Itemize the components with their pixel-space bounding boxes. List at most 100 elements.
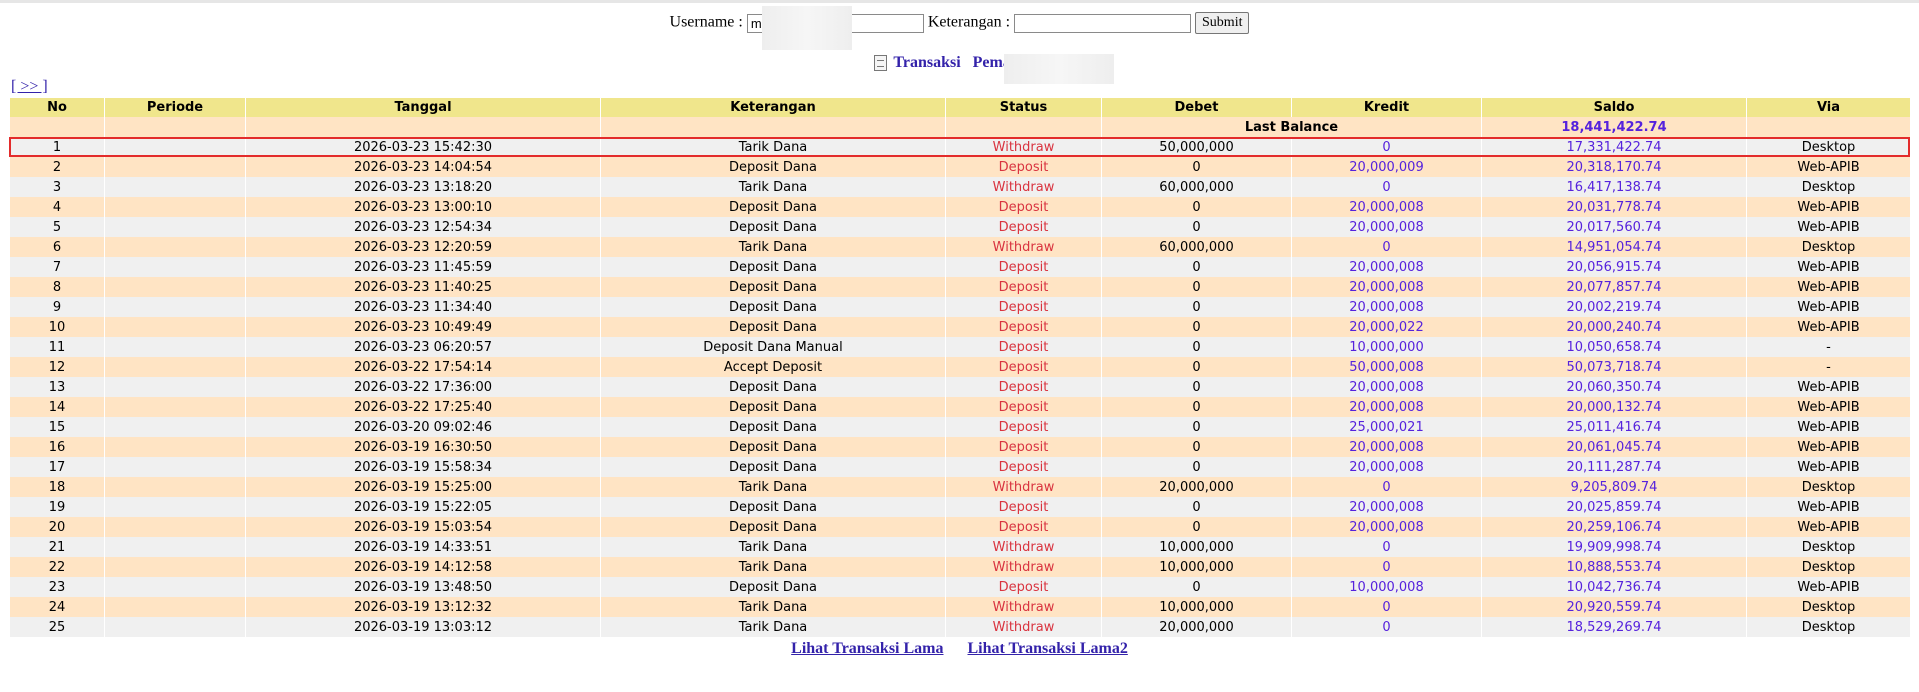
column-header: No: [10, 98, 104, 117]
cell-periode: [105, 477, 245, 497]
cell-saldo: 10,042,736.74: [1482, 577, 1746, 597]
submit-button[interactable]: Submit: [1195, 12, 1250, 34]
cell-kredit: 50,000,008: [1292, 357, 1481, 377]
cell-status: Deposit: [946, 337, 1101, 357]
cell-no: 15: [10, 417, 104, 437]
keterangan-label: Keterangan :: [927, 13, 1011, 31]
cell-debet: 60,000,000: [1102, 177, 1291, 197]
cell-via: Web-APIB: [1747, 317, 1910, 337]
table-row: 16 2026-03-19 16:30:50 Deposit Dana Deposit…: [10, 437, 1910, 457]
cell-periode: [105, 557, 245, 577]
cell-via: Web-APIB: [1747, 397, 1910, 417]
cell-tanggal: 2026-03-23 11:45:59: [246, 257, 600, 277]
cell-periode: [105, 457, 245, 477]
keterangan-input[interactable]: [1014, 13, 1192, 33]
cell-debet: 0: [1102, 397, 1291, 417]
cell-saldo: 17,331,422.74: [1482, 137, 1746, 157]
cell-no: 24: [10, 597, 104, 617]
cell-via: Web-APIB: [1747, 457, 1910, 477]
cell-kredit: 20,000,008: [1292, 497, 1481, 517]
cell-periode: [105, 597, 245, 617]
cell-keterangan: Accept Deposit: [601, 357, 945, 377]
cell-tanggal: 2026-03-23 11:40:25: [246, 277, 600, 297]
cell-kredit: 20,000,009: [1292, 157, 1481, 177]
table-row: 8 2026-03-23 11:40:25 Deposit Dana Deposit 0…: [10, 277, 1910, 297]
cell-status: Withdraw: [946, 537, 1101, 557]
cell-saldo: 20,000,240.74: [1482, 317, 1746, 337]
column-header: Via: [1747, 98, 1910, 117]
cell-kredit: 20,000,008: [1292, 377, 1481, 397]
cell-tanggal: 2026-03-22 17:36:00: [246, 377, 600, 397]
cell-periode: [105, 357, 245, 377]
cell-debet: 0: [1102, 337, 1291, 357]
cell-keterangan: Tarik Dana: [601, 137, 945, 157]
cell-kredit: 0: [1292, 237, 1481, 257]
cell-status: Withdraw: [946, 177, 1101, 197]
cell-status: Deposit: [946, 217, 1101, 237]
cell-keterangan: Deposit Dana: [601, 277, 945, 297]
old-transactions2-link[interactable]: Lihat Transaksi Lama2: [968, 640, 1128, 657]
cell-saldo: 20,061,045.74: [1482, 437, 1746, 457]
cell-via: Web-APIB: [1747, 497, 1910, 517]
cell-kredit: 0: [1292, 557, 1481, 577]
cell-kredit: 25,000,021: [1292, 417, 1481, 437]
table-header-row: No Periode Tanggal Keterangan Status Deb…: [10, 98, 1910, 117]
page-title: Transaksi Pemain : r: [0, 54, 1919, 72]
cell-kredit: 20,000,008: [1292, 517, 1481, 537]
cell-no: 3: [10, 177, 104, 197]
cell-keterangan: Tarik Dana: [601, 537, 945, 557]
cell-kredit: 0: [1292, 177, 1481, 197]
cell-keterangan: Deposit Dana: [601, 397, 945, 417]
cell-kredit: 10,000,008: [1292, 577, 1481, 597]
cell-debet: 10,000,000: [1102, 537, 1291, 557]
table-row: 5 2026-03-23 12:54:34 Deposit Dana Deposit 0…: [10, 217, 1910, 237]
cell-saldo: 20,025,859.74: [1482, 497, 1746, 517]
cell-debet: 0: [1102, 297, 1291, 317]
table-row: 18 2026-03-19 15:25:00 Tarik Dana Withdraw 2…: [10, 477, 1910, 497]
cell-no: 4: [10, 197, 104, 217]
cell-kredit: 20,000,008: [1292, 217, 1481, 237]
cell-no: 12: [10, 357, 104, 377]
cell-debet: 60,000,000: [1102, 237, 1291, 257]
username-label: Username :: [669, 13, 743, 31]
cell-keterangan: Deposit Dana: [601, 437, 945, 457]
cell-tanggal: 2026-03-19 13:12:32: [246, 597, 600, 617]
cell-periode: [105, 377, 245, 397]
cell-kredit: 0: [1292, 537, 1481, 557]
table-row: 11 2026-03-23 06:20:57 Deposit Dana Manual…: [10, 337, 1910, 357]
cell-via: Web-APIB: [1747, 417, 1910, 437]
cell-tanggal: 2026-03-19 15:03:54: [246, 517, 600, 537]
cell-periode: [105, 257, 245, 277]
table-row: 24 2026-03-19 13:12:32 Tarik Dana Withdraw 1…: [10, 597, 1910, 617]
cell-no: 23: [10, 577, 104, 597]
table-row: 12 2026-03-22 17:54:14 Accept Deposit Depos…: [10, 357, 1910, 377]
cell-kredit: 0: [1292, 617, 1481, 637]
cell-debet: 0: [1102, 377, 1291, 397]
cell-no: 14: [10, 397, 104, 417]
cell-tanggal: 2026-03-19 15:25:00: [246, 477, 600, 497]
cell-via: Desktop: [1747, 137, 1910, 157]
redaction-username: [762, 6, 852, 50]
cell-via: Web-APIB: [1747, 217, 1910, 237]
cell-periode: [105, 437, 245, 457]
cell-keterangan: Deposit Dana: [601, 297, 945, 317]
cell-tanggal: 2026-03-19 13:48:50: [246, 577, 600, 597]
cell-no: 21: [10, 537, 104, 557]
cell-no: 9: [10, 297, 104, 317]
table-row: 25 2026-03-19 13:03:12 Tarik Dana Withdraw 2…: [10, 617, 1910, 637]
cell-tanggal: 2026-03-23 14:04:54: [246, 157, 600, 177]
cell-status: Deposit: [946, 437, 1101, 457]
cell-tanggal: 2026-03-23 12:20:59: [246, 237, 600, 257]
cell-via: Web-APIB: [1747, 437, 1910, 457]
next-page-link[interactable]: [ >> ]: [11, 78, 48, 96]
cell-status: Withdraw: [946, 617, 1101, 637]
cell-status: Deposit: [946, 417, 1101, 437]
cell-keterangan: Tarik Dana: [601, 617, 945, 637]
old-transactions-link[interactable]: Lihat Transaksi Lama: [791, 640, 943, 657]
cell-tanggal: 2026-03-23 15:42:30: [246, 137, 600, 157]
cell-debet: 50,000,000: [1102, 137, 1291, 157]
cell-via: -: [1747, 337, 1910, 357]
cell-tanggal: 2026-03-23 13:00:10: [246, 197, 600, 217]
table-row: 23 2026-03-19 13:48:50 Deposit Dana Deposit…: [10, 577, 1910, 597]
cell-status: Deposit: [946, 457, 1101, 477]
